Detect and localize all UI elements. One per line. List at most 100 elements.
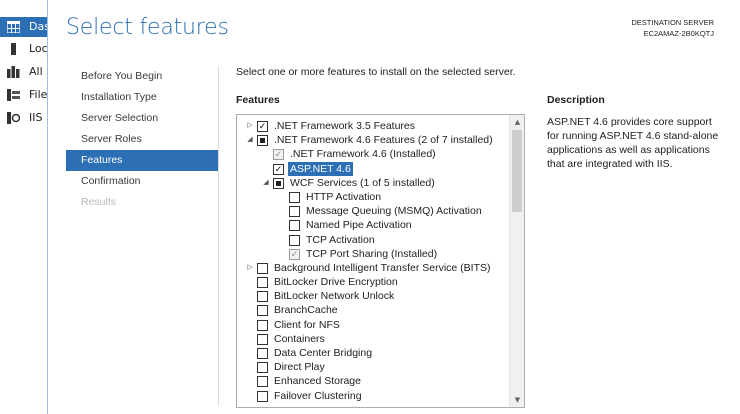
feature-row[interactable]: Client for NFS [237, 318, 509, 332]
feature-label: HTTP Activation [306, 190, 382, 203]
expand-arrow-icon[interactable]: ▷ [245, 261, 255, 275]
features-heading: Features [236, 94, 280, 106]
feature-checkbox: ✓ [289, 248, 300, 260]
features-tree-scrollbar[interactable]: ▲ ▼ [509, 115, 524, 407]
feature-checkbox[interactable] [257, 291, 268, 303]
feature-checkbox: ✓ [273, 149, 284, 161]
feature-checkbox[interactable] [257, 376, 268, 388]
nav-item-confirmation[interactable]: Confirmation [66, 171, 218, 192]
nav-item-before-you-begin[interactable]: Before You Begin [66, 66, 218, 87]
feature-checkbox[interactable] [257, 348, 268, 359]
feature-label: Message Queuing (MSMQ) Activation [306, 205, 482, 218]
feature-label: TCP Activation [306, 233, 375, 246]
nav-item-installation-type[interactable]: Installation Type [66, 87, 218, 108]
instructions-text: Select one or more features to install o… [236, 66, 516, 78]
sidebar-item-label: Dashboard [29, 20, 47, 33]
feature-checkbox[interactable] [257, 319, 268, 331]
expand-collapse-icon[interactable]: ◢ [261, 176, 271, 190]
feature-checkbox[interactable] [257, 390, 268, 402]
servers-icon [7, 66, 20, 78]
wizard-nav: Before You Begin Installation Type Serve… [66, 66, 218, 213]
feature-label: Client for NFS [274, 318, 340, 331]
feature-row[interactable]: ✓ ASP.NET 4.6 [237, 161, 509, 176]
feature-label: .NET Framework 3.5 Features [274, 120, 416, 132]
expand-arrow-icon[interactable]: ▷ [245, 119, 255, 133]
features-tree-rows: ▷ ✓ .NET Framework 3.5 Features ◢ .NET Frame… [237, 119, 509, 403]
sidebar-item-dashboard[interactable]: Dashboard [0, 17, 47, 37]
scroll-up-arrow-icon[interactable]: ▲ [510, 115, 524, 129]
destination-server-label: DESTINATION SERVER [631, 18, 714, 27]
feature-checkbox[interactable] [289, 191, 300, 203]
feature-checkbox[interactable] [289, 220, 300, 232]
feature-label: Containers [274, 332, 325, 345]
scrollbar-thumb[interactable] [512, 130, 522, 212]
destination-server: DESTINATION SERVER EC2AMAZ-2B0KQTJ [631, 17, 714, 39]
feature-checkbox[interactable]: ✓ [257, 121, 268, 132]
nav-item-server-roles[interactable]: Server Roles [66, 129, 218, 150]
feature-row[interactable]: Named Pipe Activation [237, 218, 509, 232]
expand-collapse-icon[interactable]: ◢ [245, 133, 255, 147]
feature-checkbox[interactable] [257, 305, 268, 317]
feature-checkbox[interactable] [257, 262, 268, 274]
feature-checkbox[interactable] [257, 333, 268, 345]
feature-label: BranchCache [274, 304, 338, 317]
nav-item-results: Results [81, 196, 117, 208]
feature-row[interactable]: ✓ .NET Framework 4.6 (Installed) [237, 147, 509, 161]
add-roles-features-wizard: Select features DESTINATION SERVER EC2AM… [47, 0, 740, 414]
feature-label: Named Pipe Activation [306, 219, 412, 232]
feature-row[interactable]: Containers [237, 332, 509, 346]
page-title: Select features [66, 15, 229, 40]
feature-label: TCP Port Sharing (Installed) [306, 247, 438, 260]
feature-checkbox[interactable] [289, 234, 300, 246]
destination-server-name: EC2AMAZ-2B0KQTJ [643, 29, 714, 38]
server-manager-sidebar: Dashboard Local Server All Servers File … [0, 0, 47, 414]
feature-checkbox[interactable] [289, 206, 300, 218]
feature-checkbox[interactable] [273, 177, 284, 189]
sidebar-item-iis[interactable]: IIS [0, 108, 47, 128]
feature-row[interactable]: ✓ TCP Port Sharing (Installed) [237, 247, 509, 261]
feature-label: BitLocker Drive Encryption [274, 276, 398, 289]
feature-row[interactable]: Direct Play [237, 360, 509, 374]
sidebar-item-all-servers[interactable]: All Servers [0, 62, 47, 82]
feature-checkbox[interactable] [257, 277, 268, 289]
server-icon [11, 43, 16, 55]
feature-checkbox[interactable]: ✓ [273, 163, 284, 175]
feature-label: ASP.NET 4.6 [288, 161, 353, 176]
scroll-down-arrow-icon[interactable]: ▼ [510, 393, 524, 407]
feature-label: WCF Services (1 of 5 installed) [290, 176, 435, 189]
feature-row[interactable]: ◢ .NET Framework 4.6 Features (2 of 7 ins… [237, 133, 509, 147]
feature-description: ASP.NET 4.6 provides core support for ru… [547, 116, 719, 170]
feature-label: Enhanced Storage [274, 375, 361, 388]
feature-row[interactable]: BranchCache [237, 303, 509, 317]
dashboard-grid-icon [7, 21, 20, 33]
sidebar-item-label: All Servers [29, 65, 47, 78]
feature-label: .NET Framework 4.6 Features (2 of 7 inst… [274, 134, 493, 147]
feature-row[interactable]: TCP Activation [237, 233, 509, 247]
sidebar-item-label: Local Server [29, 42, 47, 55]
feature-label: BitLocker Network Unlock [274, 290, 395, 303]
feature-row[interactable]: ▷ ✓ .NET Framework 3.5 Features [237, 119, 509, 133]
feature-row[interactable]: ▷ Background Intelligent Transfer Service… [237, 261, 509, 275]
feature-row[interactable]: Failover Clustering [237, 389, 509, 403]
sidebar-item-file-storage[interactable]: File and Storage Services [0, 85, 47, 105]
sidebar-item-label: File and Storage Services [29, 88, 47, 101]
feature-row[interactable]: Data Center Bridging [237, 346, 509, 360]
feature-label: Direct Play [274, 361, 325, 374]
sidebar-item-local-server[interactable]: Local Server [0, 39, 47, 59]
feature-row[interactable]: BitLocker Network Unlock [237, 289, 509, 303]
feature-row[interactable]: Message Queuing (MSMQ) Activation [237, 204, 509, 218]
feature-label: Failover Clustering [274, 389, 362, 402]
feature-row[interactable]: BitLocker Drive Encryption [237, 275, 509, 289]
file-services-icon [7, 89, 20, 101]
feature-row[interactable]: Enhanced Storage [237, 374, 509, 388]
feature-checkbox[interactable] [257, 362, 268, 374]
nav-divider [218, 66, 219, 406]
feature-checkbox[interactable] [257, 135, 268, 147]
feature-row[interactable]: HTTP Activation [237, 190, 509, 204]
nav-item-features[interactable]: Features [66, 150, 218, 171]
feature-label: .NET Framework 4.6 (Installed) [290, 148, 436, 161]
feature-row[interactable]: ◢ WCF Services (1 of 5 installed) [237, 176, 509, 190]
feature-label: Data Center Bridging [274, 347, 373, 359]
features-tree[interactable]: ▷ ✓ .NET Framework 3.5 Features ◢ .NET Frame… [236, 114, 525, 408]
nav-item-server-selection[interactable]: Server Selection [66, 108, 218, 129]
